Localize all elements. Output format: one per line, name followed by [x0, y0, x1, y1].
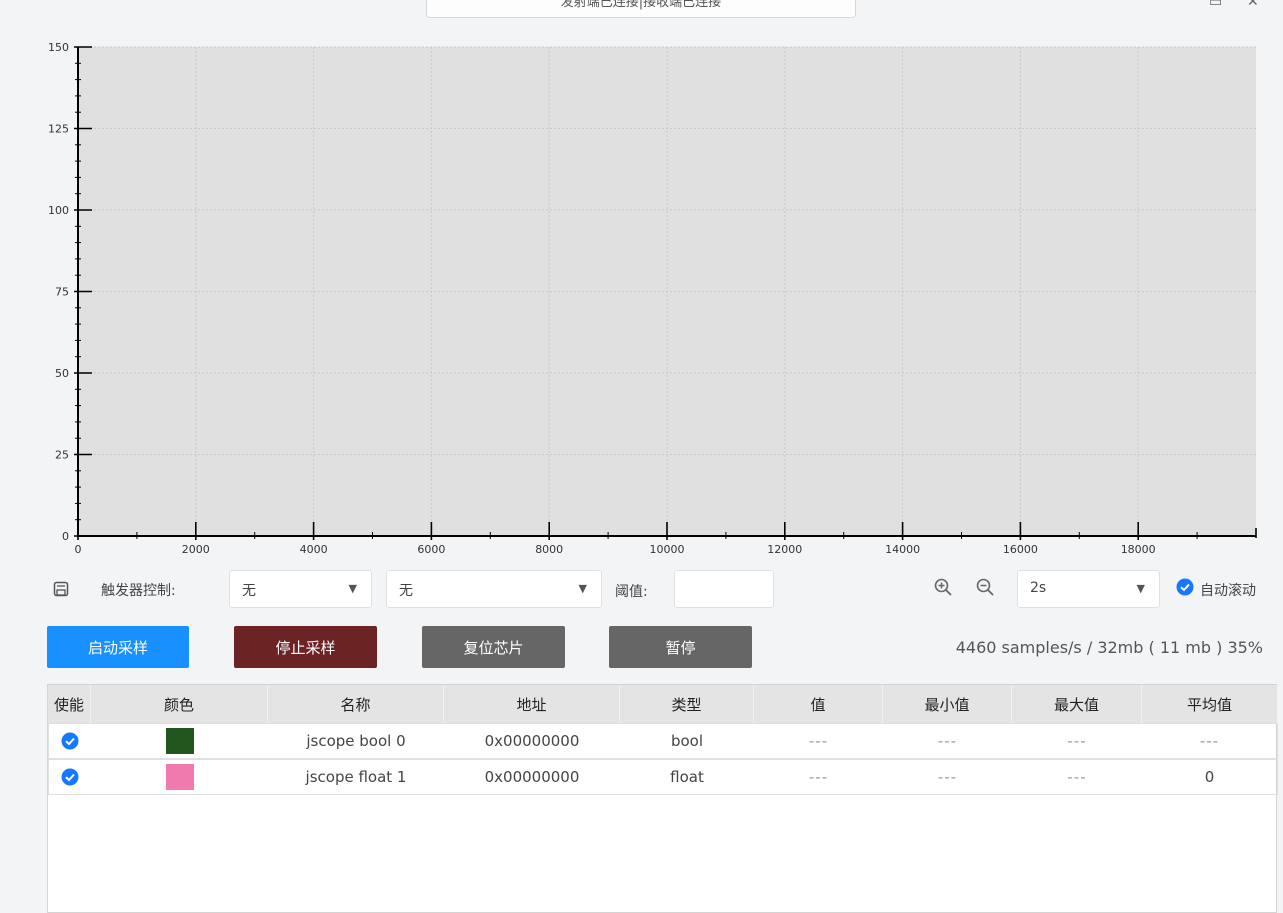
x-tick-label: 8000 [535, 543, 563, 556]
row-value: --- [754, 723, 883, 759]
control-buttons: 启动采样 停止采样 复位芯片 暂停 4460 samples/s / 32mb … [0, 624, 1283, 670]
header-min[interactable]: 最小值 [883, 685, 1012, 723]
y-tick-label: 125 [48, 123, 69, 136]
row-type: float [620, 759, 754, 795]
row-value: --- [754, 759, 883, 795]
color-swatch[interactable] [165, 728, 194, 754]
y-tick-label: 75 [55, 286, 69, 299]
trigger-source-select[interactable]: 无 ▼ [229, 570, 372, 608]
row-min: --- [883, 723, 1012, 759]
row-max: --- [1012, 723, 1142, 759]
table-row[interactable]: jscope bool 0 0x00000000 bool --- --- --… [48, 723, 1278, 759]
row-min: --- [883, 759, 1012, 795]
y-tick-label: 100 [48, 204, 69, 217]
trigger-mode-value: 无 [399, 583, 413, 599]
header-color[interactable]: 颜色 [91, 685, 268, 723]
row-avg: --- [1142, 723, 1278, 759]
row-name: jscope bool 0 [268, 723, 444, 759]
sampling-status: 4460 samples/s / 32mb ( 11 mb ) 35% [955, 638, 1263, 657]
y-tick-label: 0 [62, 530, 69, 543]
save-icon[interactable] [53, 581, 69, 597]
x-tick-label: 0 [75, 543, 82, 556]
close-icon[interactable]: ✕ [1247, 0, 1259, 10]
window-title: 发射端已连接|接收端已连接 [426, 0, 856, 18]
y-tick-label: 25 [55, 449, 69, 462]
zoom-out-icon[interactable] [975, 577, 995, 597]
start-sampling-button[interactable]: 启动采样 [47, 626, 189, 668]
line-chart: 0 25 50 75 100 125 150 0 2000 4000 6000 8000 10000 12… [48, 41, 1257, 556]
y-tick-label: 150 [48, 41, 69, 54]
row-avg: 0 [1142, 759, 1278, 795]
variable-table: 使能 颜色 名称 地址 类型 值 最小值 最大值 平均值 jscope bool… [47, 684, 1278, 913]
dropdown-arrow-icon: ▼ [348, 582, 357, 595]
x-tick-label: 10000 [650, 543, 685, 556]
header-avg[interactable]: 平均值 [1142, 685, 1278, 723]
auto-scroll-label: 自动滚动 [1200, 583, 1256, 599]
x-tick-label: 18000 [1121, 543, 1156, 556]
header-max[interactable]: 最大值 [1012, 685, 1142, 723]
timebase-value: 2s [1030, 580, 1047, 596]
header-type[interactable]: 类型 [620, 685, 754, 723]
trigger-source-value: 无 [242, 583, 256, 599]
header-enable[interactable]: 使能 [48, 685, 91, 723]
x-tick-label: 2000 [182, 543, 210, 556]
x-tick-label: 4000 [300, 543, 328, 556]
header-name[interactable]: 名称 [268, 685, 444, 723]
x-tick-label: 14000 [885, 543, 920, 556]
row-address: 0x00000000 [444, 723, 620, 759]
trigger-toolbar: 触发器控制: 无 ▼ 无 ▼ 阈值: 2s ▼ 自动滚动 [0, 568, 1283, 612]
chart-area: 0 25 50 75 100 125 150 0 2000 4000 6000 8000 10000 12… [0, 30, 1283, 560]
stop-sampling-button[interactable]: 停止采样 [234, 626, 377, 668]
x-tick-label: 16000 [1003, 543, 1038, 556]
zoom-in-icon[interactable] [933, 577, 953, 597]
y-tick-label: 50 [55, 367, 69, 380]
table-header: 使能 颜色 名称 地址 类型 值 最小值 最大值 平均值 [48, 685, 1278, 723]
window-title-text: 发射端已连接|接收端已连接 [560, 0, 722, 10]
row-name: jscope float 1 [268, 759, 444, 795]
dropdown-arrow-icon: ▼ [578, 582, 587, 595]
row-max: --- [1012, 759, 1142, 795]
reset-chip-button[interactable]: 复位芯片 [422, 626, 565, 668]
enable-checkbox[interactable] [61, 768, 79, 786]
auto-scroll-checkbox[interactable] [1176, 578, 1194, 596]
header-address[interactable]: 地址 [444, 685, 620, 723]
color-swatch[interactable] [165, 764, 194, 790]
x-tick-label: 6000 [417, 543, 445, 556]
table-row[interactable]: jscope float 1 0x00000000 float --- --- … [48, 759, 1278, 795]
threshold-label: 阈值: [615, 584, 648, 600]
threshold-input[interactable] [674, 570, 774, 608]
x-tick-label: 12000 [767, 543, 802, 556]
maximize-icon[interactable]: ▭ [1209, 0, 1222, 10]
dropdown-arrow-icon: ▼ [1136, 582, 1145, 595]
header-value[interactable]: 值 [754, 685, 883, 723]
trigger-mode-select[interactable]: 无 ▼ [386, 570, 602, 608]
timebase-select[interactable]: 2s ▼ [1017, 570, 1160, 608]
pause-button[interactable]: 暂停 [609, 626, 752, 668]
row-address: 0x00000000 [444, 759, 620, 795]
enable-checkbox[interactable] [61, 732, 79, 750]
trigger-control-label: 触发器控制: [101, 583, 176, 599]
row-type: bool [620, 723, 754, 759]
